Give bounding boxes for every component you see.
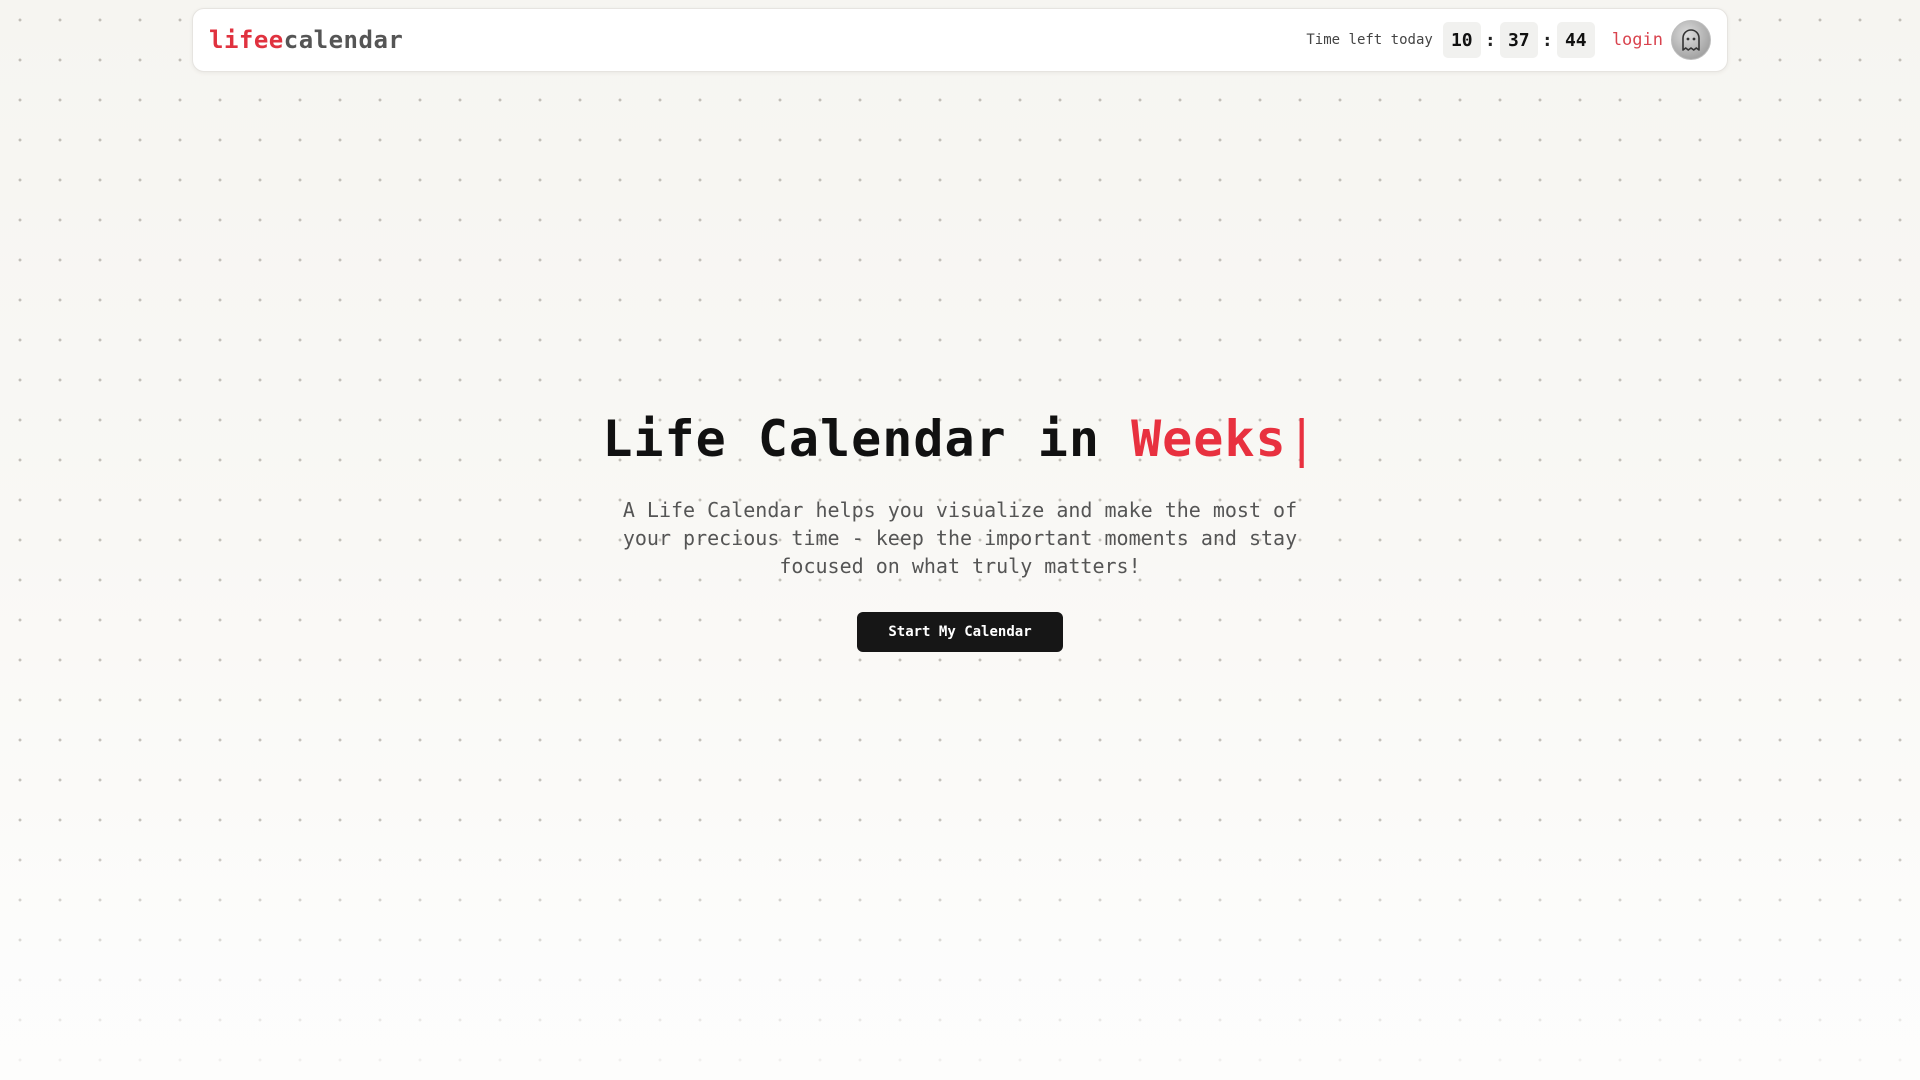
ghost-icon xyxy=(1682,29,1700,51)
hero-section: Life Calendar in Weeks| A Life Calendar … xyxy=(0,410,1920,652)
minutes-value: 37 xyxy=(1507,29,1530,51)
hero-title-prefix: Life Calendar in xyxy=(602,410,1132,468)
seconds-box: 44 xyxy=(1556,22,1595,58)
hours-box: 10 xyxy=(1442,22,1481,58)
logo-rest-text: calendar xyxy=(283,26,404,54)
logo-accent-text: lifee xyxy=(209,26,284,54)
top-navbar: lifeecalendar Time left today 10 : 37 : … xyxy=(192,8,1728,72)
minutes-box: 37 xyxy=(1499,22,1538,58)
background-fade xyxy=(0,820,1920,1080)
avatar[interactable] xyxy=(1671,20,1711,60)
time-separator: : xyxy=(1484,29,1496,51)
time-separator: : xyxy=(1541,29,1553,51)
hours-value: 10 xyxy=(1450,29,1473,51)
seconds-value: 44 xyxy=(1564,29,1587,51)
nav-right-group: Time left today 10 : 37 : 44 login xyxy=(1306,20,1711,60)
site-logo[interactable]: lifeecalendar xyxy=(209,26,403,54)
login-link[interactable]: login xyxy=(1612,30,1663,50)
typing-cursor: | xyxy=(1286,410,1318,468)
hero-description: A Life Calendar helps you visualize and … xyxy=(622,498,1298,578)
start-calendar-button[interactable]: Start My Calendar xyxy=(857,612,1063,652)
hero-title-highlight: Weeks xyxy=(1131,410,1287,468)
time-left-label: Time left today xyxy=(1306,32,1433,48)
hero-title: Life Calendar in Weeks| xyxy=(602,410,1317,468)
